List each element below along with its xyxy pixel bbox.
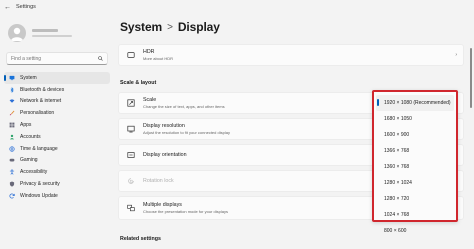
- resolution-option[interactable]: 1024 × 768: [376, 207, 454, 223]
- rotation-lock-title: Rotation lock: [143, 178, 174, 184]
- person-silhouette-icon: [11, 27, 23, 41]
- sidebar-item-label: Network & internet: [20, 98, 62, 105]
- globe-icon: [9, 146, 15, 152]
- section-scale-layout: Scale & layout: [120, 80, 157, 86]
- resolution-title: Display resolution: [143, 122, 185, 129]
- scrollbar-thumb[interactable]: [470, 48, 472, 108]
- sidebar-item-label: Apps: [20, 122, 32, 129]
- gamepad-icon: [9, 157, 15, 163]
- accessibility-icon: [9, 169, 15, 175]
- multiple-displays-icon: [127, 204, 135, 212]
- hdr-card[interactable]: HDR More about HDR ›: [118, 44, 464, 66]
- search-input[interactable]: [11, 55, 91, 62]
- multiple-displays-title: Multiple displays: [143, 201, 182, 208]
- resolution-option[interactable]: 1280 × 720: [376, 191, 454, 207]
- resolution-option[interactable]: 800 × 600: [376, 223, 454, 239]
- monitor-icon: [9, 75, 15, 81]
- resolution-option[interactable]: 1366 × 768: [376, 143, 454, 159]
- hdr-title: HDR: [143, 48, 155, 55]
- hdr-icon: [127, 51, 135, 59]
- wifi-icon: [9, 98, 15, 104]
- sidebar-item-label: Bluetooth & devices: [20, 86, 65, 93]
- breadcrumb-system[interactable]: System: [120, 20, 162, 34]
- breadcrumb: System > Display: [120, 20, 220, 34]
- resolution-option[interactable]: 1360 × 768: [376, 159, 454, 175]
- sidebar-item-gaming[interactable]: Gaming: [4, 155, 110, 167]
- user-profile[interactable]: [8, 24, 72, 42]
- multiple-displays-desc: Choose the presentation mode for your di…: [143, 209, 228, 215]
- sidebar-item-label: Accessibility: [20, 169, 48, 176]
- sidebar-item-label: Time & language: [20, 145, 58, 152]
- page-scrollbar[interactable]: [470, 44, 472, 234]
- bluetooth-icon: [9, 86, 15, 93]
- sidebar-item-time-language[interactable]: Time & language: [4, 143, 110, 155]
- sidebar-item-network[interactable]: Network & internet: [4, 96, 110, 108]
- resolution-icon: [127, 125, 135, 133]
- window-title: Settings: [16, 4, 36, 10]
- sidebar-nav: System Bluetooth & devices Network & int…: [4, 72, 110, 202]
- sidebar-item-system[interactable]: System: [4, 72, 110, 84]
- search-icon[interactable]: [98, 56, 103, 61]
- scale-title: Scale: [143, 96, 157, 103]
- profile-name-blurred: [32, 28, 72, 38]
- sidebar-item-privacy[interactable]: Privacy & security: [4, 178, 110, 190]
- sidebar-item-bluetooth[interactable]: Bluetooth & devices: [4, 84, 110, 96]
- sidebar-item-label: Windows Update: [20, 192, 58, 199]
- rotation-lock-icon: [127, 177, 135, 185]
- chevron-right-icon: ›: [455, 52, 457, 58]
- sidebar-item-accessibility[interactable]: Accessibility: [4, 166, 110, 178]
- breadcrumb-separator: >: [167, 21, 173, 33]
- sidebar-item-label: Privacy & security: [20, 181, 60, 188]
- person-icon: [9, 134, 15, 140]
- back-arrow-icon[interactable]: ←: [4, 4, 11, 11]
- apps-icon: [9, 122, 15, 128]
- sidebar-item-label: System: [20, 74, 37, 81]
- avatar[interactable]: [8, 24, 26, 42]
- search-box[interactable]: [6, 52, 108, 65]
- sidebar: System Bluetooth & devices Network & int…: [0, 14, 112, 249]
- scale-desc: Change the size of text, apps, and other…: [143, 104, 225, 110]
- sidebar-item-label: Personalisation: [20, 110, 55, 117]
- resolution-desc: Adjust the resolution to fit your connec…: [143, 130, 230, 136]
- resolution-option[interactable]: 1600 × 900: [376, 127, 454, 143]
- sidebar-item-windows-update[interactable]: Windows Update: [4, 190, 110, 202]
- sidebar-item-apps[interactable]: Apps: [4, 119, 110, 131]
- resolution-option[interactable]: 1680 × 1050: [376, 111, 454, 127]
- sidebar-item-label: Accounts: [20, 133, 41, 140]
- hdr-desc[interactable]: More about HDR: [143, 56, 173, 61]
- update-icon: [9, 193, 15, 199]
- resolution-option[interactable]: 1920 × 1080 (Recommended): [376, 95, 454, 111]
- sidebar-item-personalisation[interactable]: Personalisation: [4, 107, 110, 119]
- sidebar-item-accounts[interactable]: Accounts: [4, 131, 110, 143]
- title-bar: ← Settings: [0, 0, 474, 14]
- scale-icon: [127, 99, 135, 107]
- orientation-icon: [127, 151, 135, 159]
- page-title: Display: [177, 20, 220, 34]
- sidebar-item-label: Gaming: [20, 157, 38, 164]
- resolution-dropdown[interactable]: 1920 × 1080 (Recommended) 1680 × 1050 16…: [372, 90, 458, 234]
- brush-icon: [9, 110, 15, 116]
- shield-icon: [9, 181, 15, 187]
- orientation-title: Display orientation: [143, 152, 187, 158]
- resolution-option[interactable]: 1280 × 1024: [376, 175, 454, 191]
- section-related-settings: Related settings: [120, 236, 161, 242]
